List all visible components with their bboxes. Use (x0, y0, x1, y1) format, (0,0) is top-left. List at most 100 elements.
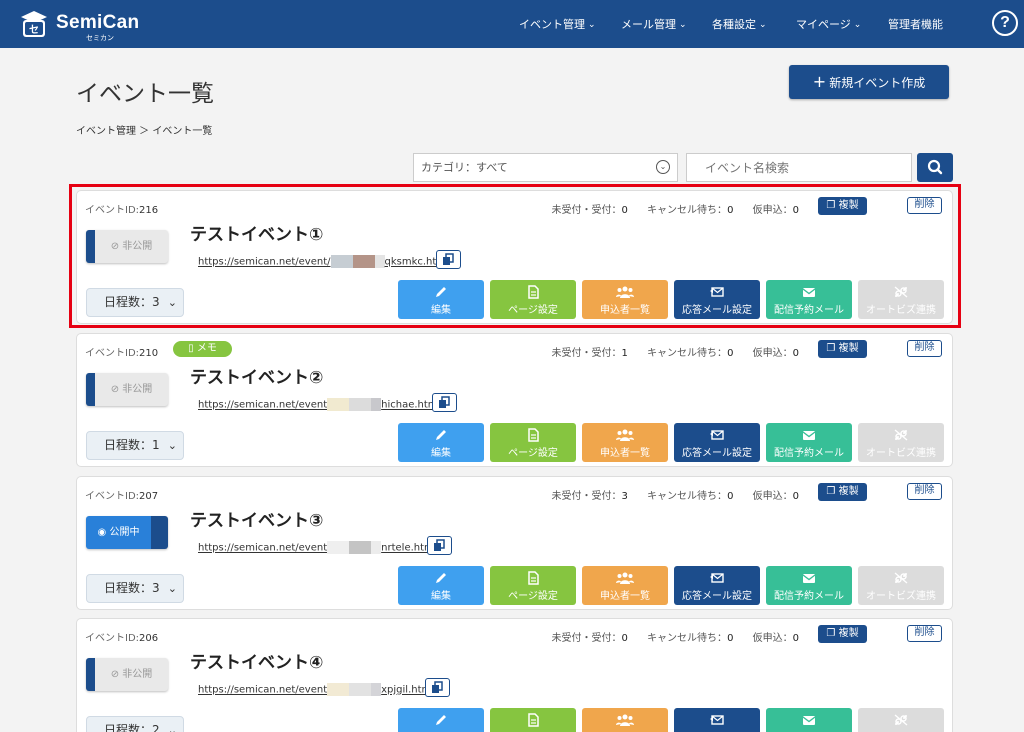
pencil-icon (436, 715, 446, 725)
event-search-input[interactable] (686, 153, 912, 182)
visibility-toggle[interactable]: ⊘ 非公開 (86, 658, 168, 691)
event-counts: 未受付・受付：0 キャンセル待ち：0 仮申込：0 (551, 633, 800, 644)
page-title: イベント一覧 (76, 81, 214, 107)
nav-mail-management[interactable]: メール管理 ⌄ (621, 16, 687, 32)
reply-mail-button[interactable]: 応答メール設定 (674, 423, 760, 462)
users-icon (616, 714, 634, 726)
event-id: イベントID:206 (85, 633, 159, 644)
new-event-button[interactable]: + 新規イベント作成 (789, 65, 949, 99)
unlink-icon (894, 429, 908, 441)
delete-button[interactable]: 削除 (907, 625, 942, 642)
edit-button[interactable]: 編集 (398, 566, 484, 605)
copy-icon: ❐ (826, 628, 839, 639)
event-id: イベントID:210 (85, 348, 159, 359)
redacted-block (349, 541, 372, 554)
nav-settings[interactable]: 各種設定 ⌄ (712, 16, 767, 32)
chevron-down-icon: ⌄ (679, 20, 687, 30)
applicants-button[interactable]: 申込者一覧 (582, 708, 668, 732)
duplicate-button[interactable]: ❐ 複製 (818, 483, 867, 501)
chevron-down-icon: ⌄ (167, 724, 177, 732)
unlink-icon (894, 714, 908, 726)
highlight-frame (69, 184, 961, 328)
applicants-button[interactable]: 申込者一覧 (582, 423, 668, 462)
chevron-down-icon: ⌄ (759, 20, 767, 30)
copy-url-button[interactable] (425, 678, 450, 697)
event-url[interactable]: https://semican.net/event hichae.html (198, 398, 440, 411)
autobiz-link-button: オートビズ連携 (858, 566, 944, 605)
eye-off-icon: ⊘ (110, 384, 123, 395)
reply-mail-button[interactable]: 応答メール設定 (674, 708, 760, 732)
edit-button[interactable]: 編集 (398, 708, 484, 732)
redacted-block (349, 398, 372, 411)
schedule-count-select[interactable]: 日程数：3 ⌄ (86, 574, 184, 603)
scheduled-mail-button[interactable]: 配信予約メール (766, 423, 852, 462)
delete-button[interactable]: 削除 (907, 483, 942, 500)
document-icon (528, 713, 539, 727)
memo-badge[interactable]: ▯ メモ (173, 341, 232, 357)
copy-icon: ❐ (826, 486, 839, 497)
plus-icon: + (812, 72, 827, 91)
mail-reply-icon (710, 430, 724, 440)
event-title: テストイベント③ (190, 511, 324, 531)
app-name[interactable]: SemiCan (56, 12, 139, 34)
users-icon (616, 429, 634, 441)
chevron-down-icon: ⌄ (656, 160, 670, 174)
event-card: イベントID:207 未受付・受付：3 キャンセル待ち：0 仮申込：0 ❐ 複製… (76, 476, 953, 610)
chevron-down-icon: ⌄ (853, 20, 862, 30)
event-title: テストイベント④ (190, 653, 324, 673)
applicants-button[interactable]: 申込者一覧 (582, 566, 668, 605)
app-subname: セミカン (86, 34, 114, 42)
chevron-down-icon: ⌄ (588, 20, 596, 30)
mail-reply-icon (710, 715, 724, 725)
help-icon[interactable]: ? (992, 10, 1018, 36)
mail-icon (802, 574, 816, 583)
schedule-count-select[interactable]: 日程数：2 ⌄ (86, 716, 184, 732)
mail-icon (802, 431, 816, 440)
search-icon (927, 159, 943, 175)
document-icon (528, 428, 539, 442)
event-counts: 未受付・受付：3 キャンセル待ち：0 仮申込：0 (551, 491, 800, 502)
page-settings-button[interactable]: ページ設定 (490, 566, 576, 605)
copy-url-button[interactable] (427, 536, 452, 555)
nav-mypage[interactable]: マイページ ⌄ (796, 16, 861, 32)
copy-icon (432, 681, 443, 693)
duplicate-button[interactable]: ❐ 複製 (818, 340, 867, 358)
svg-text:セ: セ (29, 24, 39, 36)
search-button[interactable] (917, 153, 953, 182)
unlink-icon (894, 572, 908, 584)
duplicate-button[interactable]: ❐ 複製 (818, 625, 867, 643)
event-id: イベントID:207 (85, 491, 159, 502)
redacted-block (371, 683, 382, 696)
edit-button[interactable]: 編集 (398, 423, 484, 462)
visibility-toggle[interactable]: ◉ 公開中 (86, 516, 168, 549)
event-card: イベントID:210 ▯ メモ 未受付・受付：1 キャンセル待ち：0 仮申込：0… (76, 333, 953, 467)
event-counts: 未受付・受付：1 キャンセル待ち：0 仮申込：0 (551, 348, 800, 359)
chevron-down-icon: ⌄ (167, 439, 177, 452)
eye-icon: ◉ (97, 527, 110, 538)
visibility-toggle[interactable]: ⊘ 非公開 (86, 373, 168, 406)
redacted-block (371, 398, 382, 411)
nav-admin[interactable]: 管理者機能 (888, 16, 943, 32)
mail-icon (802, 716, 816, 725)
page-settings-button[interactable]: ページ設定 (490, 708, 576, 732)
scheduled-mail-button[interactable]: 配信予約メール (766, 708, 852, 732)
copy-url-button[interactable] (432, 393, 457, 412)
event-title: テストイベント② (190, 368, 324, 388)
event-url[interactable]: https://semican.net/event nrtele.html (198, 541, 437, 554)
breadcrumb[interactable]: イベント管理 ＞ イベント一覧 (76, 122, 212, 137)
reply-mail-button[interactable]: 応答メール設定 (674, 566, 760, 605)
nav-event-management[interactable]: イベント管理 ⌄ (519, 16, 596, 32)
event-url[interactable]: https://semican.net/event xpjgil.html (198, 683, 434, 696)
chevron-down-icon: ⌄ (167, 582, 177, 595)
page-settings-button[interactable]: ページ設定 (490, 423, 576, 462)
scheduled-mail-button[interactable]: 配信予約メール (766, 566, 852, 605)
clipboard-icon: ▯ (188, 343, 197, 354)
schedule-count-select[interactable]: 日程数：1 ⌄ (86, 431, 184, 460)
delete-button[interactable]: 削除 (907, 340, 942, 357)
redacted-block (371, 541, 382, 554)
autobiz-link-button: オートビズ連携 (858, 708, 944, 732)
pencil-icon (436, 573, 446, 583)
category-select[interactable]: カテゴリ：すべて ⌄ (413, 153, 678, 182)
redacted-block (327, 541, 350, 554)
logo-icon: セ (21, 11, 47, 37)
